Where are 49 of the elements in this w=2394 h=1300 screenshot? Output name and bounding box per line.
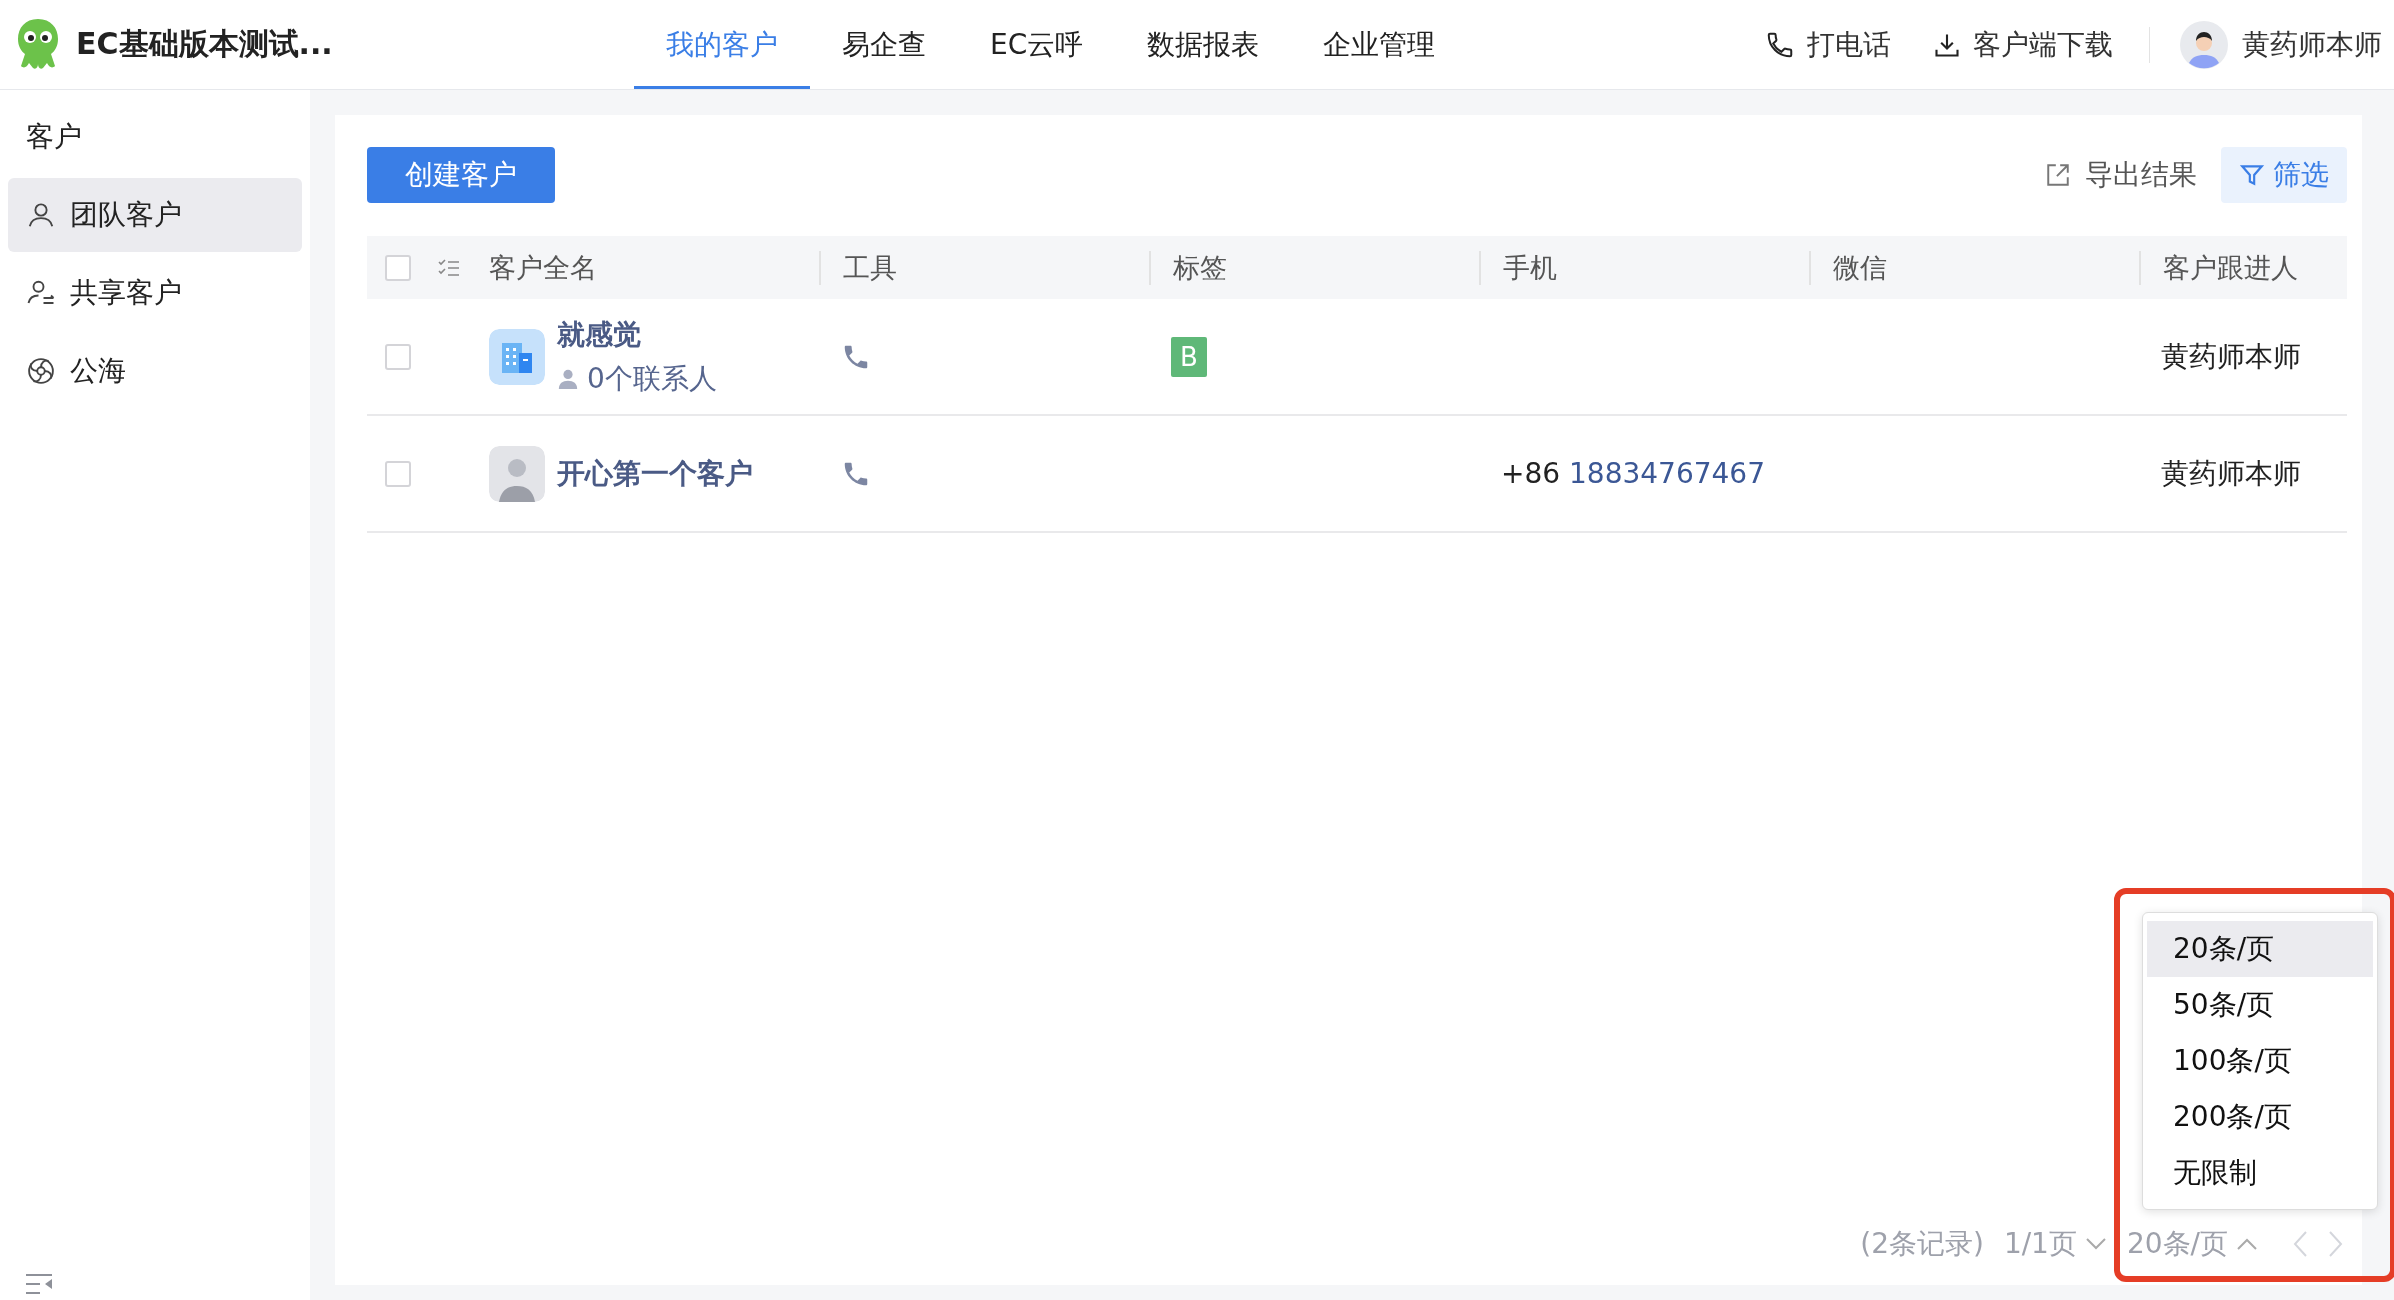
create-customer-button[interactable]: 创建客户 <box>367 147 555 203</box>
customer-name[interactable]: 开心第一个客户 <box>557 454 753 493</box>
previous-page-icon[interactable] <box>2292 1230 2308 1258</box>
page-size-option[interactable]: 50条/页 <box>2147 977 2373 1033</box>
nav-tab[interactable]: 易企查 <box>810 0 958 89</box>
column-header: 工具 <box>819 250 1149 285</box>
chevron-up-icon <box>2236 1237 2258 1251</box>
customer-name[interactable]: 就感觉 <box>557 315 717 354</box>
nav-tab[interactable]: EC云呼 <box>958 0 1116 89</box>
app-name: EC基础版本测试... <box>76 25 333 63</box>
filter-button[interactable]: 筛选 <box>2221 147 2347 203</box>
select-all-checkbox[interactable] <box>385 254 411 281</box>
sidebar-item[interactable]: 团队客户 <box>8 178 302 252</box>
column-header: 客户跟进人 <box>2139 250 2347 285</box>
phone-action[interactable]: 打电话 <box>1759 24 1897 65</box>
row-checkbox[interactable] <box>385 460 411 487</box>
row-checkbox[interactable] <box>385 343 411 370</box>
contact-count[interactable]: 0个联系人 <box>587 359 717 398</box>
filter-icon <box>2239 162 2265 188</box>
page-size-option[interactable]: 100条/页 <box>2147 1033 2373 1089</box>
user-avatar[interactable] <box>2180 20 2228 69</box>
page-size-option[interactable]: 无限制 <box>2147 1145 2373 1201</box>
page-size-option[interactable]: 20条/页 <box>2147 921 2373 977</box>
person-icon <box>557 367 579 390</box>
column-header: 微信 <box>1809 250 2139 285</box>
record-count: (2条记录) <box>1860 1226 1984 1262</box>
sidebar-item[interactable]: 共享客户 <box>8 256 302 330</box>
column-header: 手机 <box>1479 250 1809 285</box>
building-avatar <box>489 328 545 385</box>
page-size-option[interactable]: 200条/页 <box>2147 1089 2373 1145</box>
person-avatar <box>489 445 545 502</box>
follower-name: 黄药师本师 <box>2160 338 2302 375</box>
download-action[interactable]: 客户端下载 <box>1927 24 2119 65</box>
export-button[interactable]: 导出结果 <box>2039 155 2203 195</box>
export-icon <box>2045 162 2071 188</box>
chevron-down-icon <box>2084 1237 2107 1251</box>
nav-tab[interactable]: 企业管理 <box>1291 0 1468 89</box>
follower-name: 黄药师本师 <box>2160 455 2302 492</box>
phone-number: +86 18834767467 <box>1501 457 1765 490</box>
next-page-icon[interactable] <box>2328 1230 2344 1258</box>
nav-tab[interactable]: 数据报表 <box>1115 0 1292 89</box>
tag-label: B <box>1171 336 1207 377</box>
user-name[interactable]: 黄药师本师 <box>2242 25 2382 64</box>
sidebar-item[interactable]: 公海 <box>8 334 302 408</box>
collapse-menu-icon[interactable] <box>26 1272 54 1296</box>
column-header: 标签 <box>1149 250 1479 285</box>
column-header: 客户全名 <box>489 250 598 285</box>
swirl-icon <box>26 356 56 386</box>
sidebar-heading: 客户 <box>25 119 83 155</box>
